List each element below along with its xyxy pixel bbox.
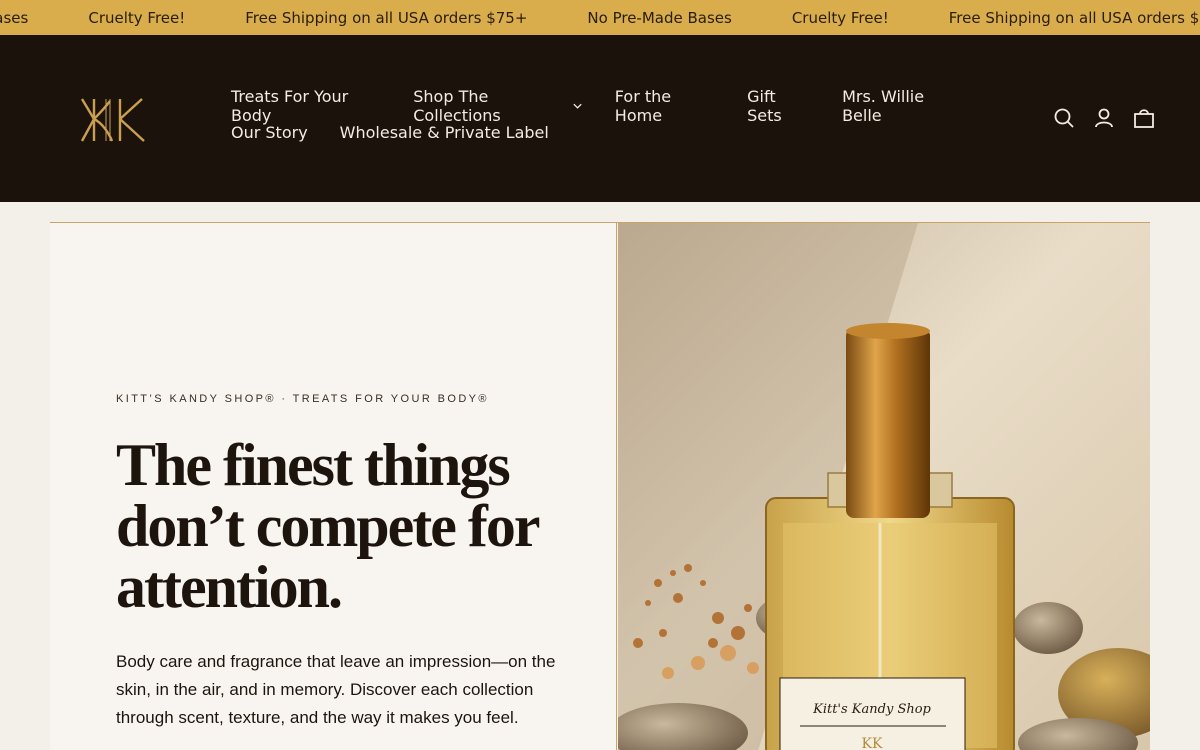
hero-headline: The finest things don’t compete for atte… [116,432,539,620]
nav-item-label: Wholesale & Private Label [339,122,549,142]
announcement-item: Cruelty Free! [88,8,186,27]
nav-item-label: Mrs. Willie Belle [842,87,925,125]
announcement-item: e Bases [0,8,29,27]
bottle-logo-mark: KK [862,736,883,750]
nav-item-home[interactable]: For the Home [615,87,715,125]
nav-item-label: Gift Sets [747,87,782,125]
announcement-item: No Pre-Made Bases [587,8,732,27]
main-navigation: Treats For Your Body Shop The Collection… [231,87,991,145]
cart-icon[interactable] [1133,107,1155,129]
announcement-item: Free Shipping on all USA orders $75+ [245,8,528,27]
nav-item-gift-sets[interactable]: Gift Sets [747,87,810,125]
nav-item-collections[interactable]: Shop The Collections [413,87,583,125]
announcement-item: Cruelty Free! [791,8,889,27]
perfume-bottle-illustration: Kitt's Kandy Shop KK [618,223,1150,750]
hero-eyebrow: KITT’S KANDY SHOP® · TREATS FOR YOUR BOD… [116,393,489,405]
hero-body-copy: Body care and fragrance that leave an im… [116,652,556,727]
nav-item-our-story[interactable]: Our Story [231,123,308,142]
brand-logo[interactable] [80,95,154,145]
announcement-track: e Bases Cruelty Free! Free Shipping on a… [0,0,1200,35]
nav-item-treats[interactable]: Treats For Your Body [231,87,381,125]
nav-row-primary: Treats For Your Body Shop The Collection… [231,87,991,125]
header-actions [1053,107,1155,129]
announcement-bar: e Bases Cruelty Free! Free Shipping on a… [0,0,1200,35]
search-icon[interactable] [1053,107,1075,129]
hero-text-panel: KITT’S KANDY SHOP® · TREATS FOR YOUR BOD… [50,223,617,750]
nav-item-willie-belle[interactable]: Mrs. Willie Belle [842,87,959,125]
nav-item-label: Our Story [231,122,308,142]
nav-item-label: For the Home [614,87,672,125]
site-header: Treats For Your Body Shop The Collection… [0,35,1200,202]
nav-item-label: Treats For Your Body [231,87,349,125]
announcement-item: Free Shipping on all USA orders $7 [948,8,1200,27]
hero-product-image: Kitt's Kandy Shop KK [618,223,1150,750]
nav-item-wholesale[interactable]: Wholesale & Private Label [340,123,549,142]
hero-section: KITT’S KANDY SHOP® · TREATS FOR YOUR BOD… [50,222,1150,750]
nav-item-label: Shop The Collections [413,87,501,125]
chevron-down-icon [573,103,582,109]
bottle-label-text: Kitt's Kandy Shop [812,702,931,717]
account-icon[interactable] [1093,107,1115,129]
